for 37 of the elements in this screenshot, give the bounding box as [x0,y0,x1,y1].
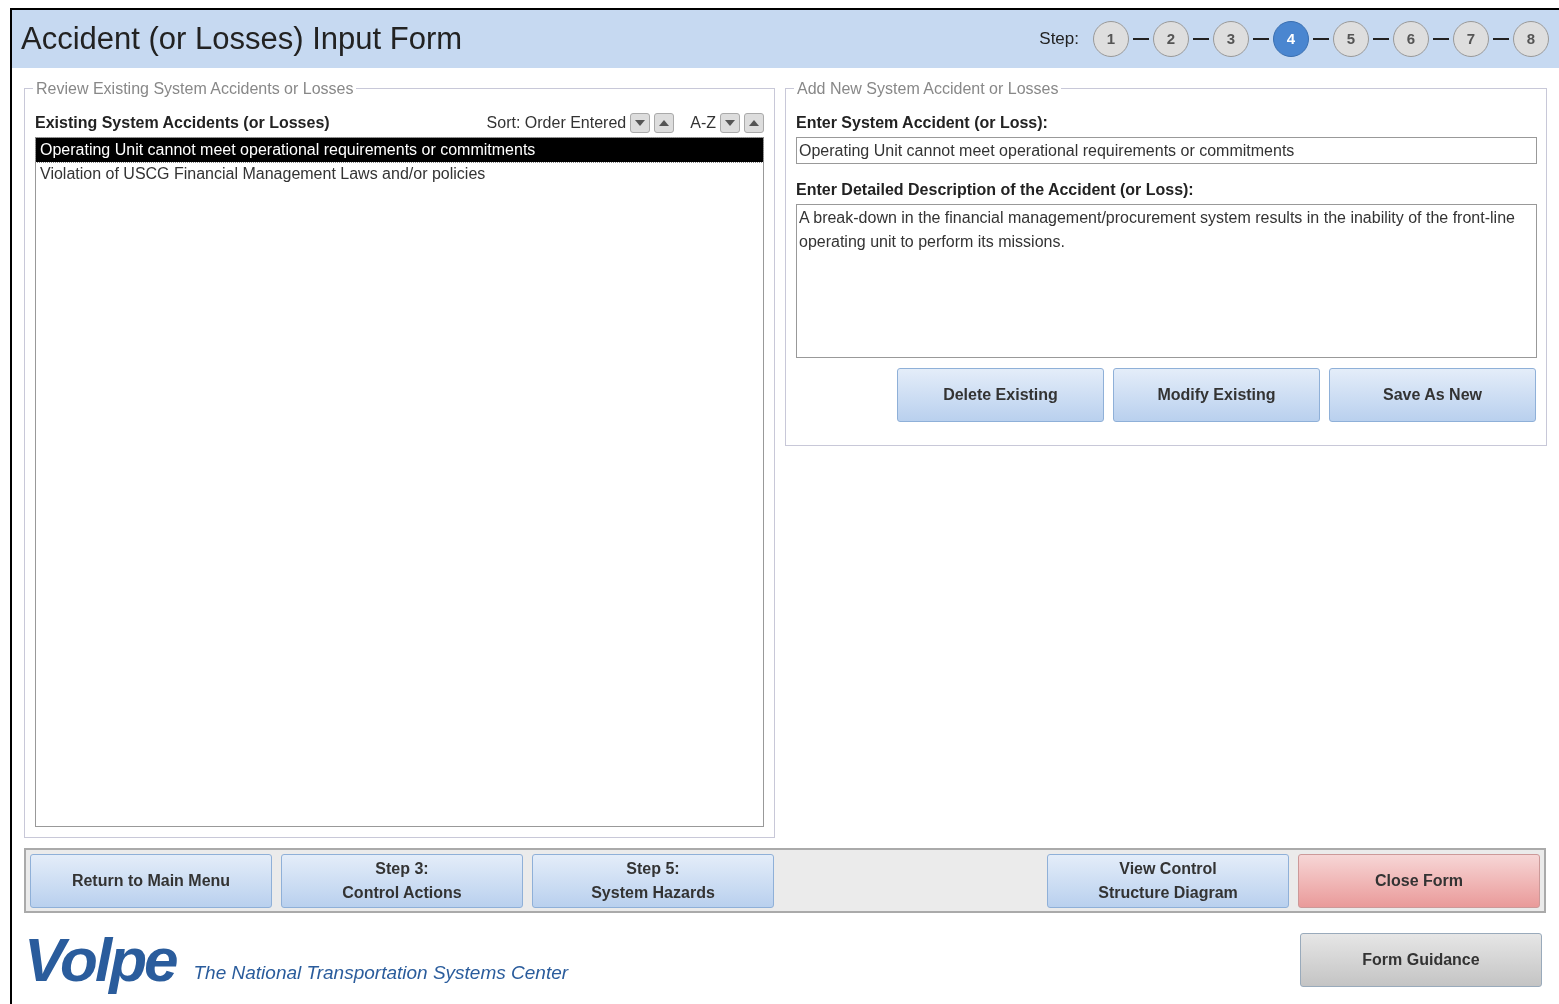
nav-button[interactable]: View Control Structure Diagram [1047,853,1289,908]
nav-button[interactable]: Close Form [1298,853,1540,908]
sort-descending-button[interactable] [630,113,651,133]
list-label: Existing System Accidents (or Losses) [35,113,330,133]
nav-button[interactable]: Step 5: System Hazards [532,853,774,908]
down-triangle-icon [725,120,735,126]
nav-button[interactable]: Return to Main Menu [30,853,272,908]
form-guidance-button[interactable]: Form Guidance [1300,933,1542,987]
step-button[interactable]: 4 [1273,21,1309,57]
sort-ascending-button[interactable] [744,113,764,133]
up-triangle-icon [749,120,759,126]
accident-input-field[interactable]: Operating Unit cannot meet operational requirements or commitments [796,137,1537,164]
step-button[interactable]: 3 [1213,21,1249,57]
sort-descending-button[interactable] [720,113,740,133]
step-button[interactable]: 2 [1153,21,1189,57]
step-button[interactable]: 8 [1513,21,1549,57]
list-item[interactable]: Operating Unit cannot meet operational requirements or commitments [36,138,763,162]
step-button[interactable]: 7 [1453,21,1489,57]
action-button[interactable]: Modify Existing [1113,368,1320,422]
sort-label: A-Z [690,113,716,133]
step-label: Step: [1039,28,1079,51]
step-button[interactable]: 6 [1393,21,1429,57]
description-input-field[interactable]: A break-down in the financial management/procurement system results in the inability of the front-line operating unit to perform its missions. [796,204,1537,358]
down-triangle-icon [635,120,646,126]
window-title: Accident (or Losses) Input Form [21,19,463,58]
up-triangle-icon [659,120,670,126]
step-button[interactable]: 5 [1333,21,1369,57]
action-button[interactable]: Save As New [1329,368,1536,422]
action-button[interactable]: Delete Existing [897,368,1104,422]
field-label: Enter Detailed Description of the Accident (or Loss): [796,180,1195,200]
field-label: Enter System Accident (or Loss): [796,113,1049,133]
sort-ascending-button[interactable] [654,113,675,133]
sort-label: Sort: Order Entered [486,113,627,133]
list-item[interactable]: Violation of USCG Financial Management Laws and/or policies [36,162,763,186]
step-button[interactable]: 1 [1093,21,1129,57]
nav-button[interactable]: Step 3: Control Actions [281,853,523,908]
tagline: The National Transportation Systems Center [193,960,569,985]
